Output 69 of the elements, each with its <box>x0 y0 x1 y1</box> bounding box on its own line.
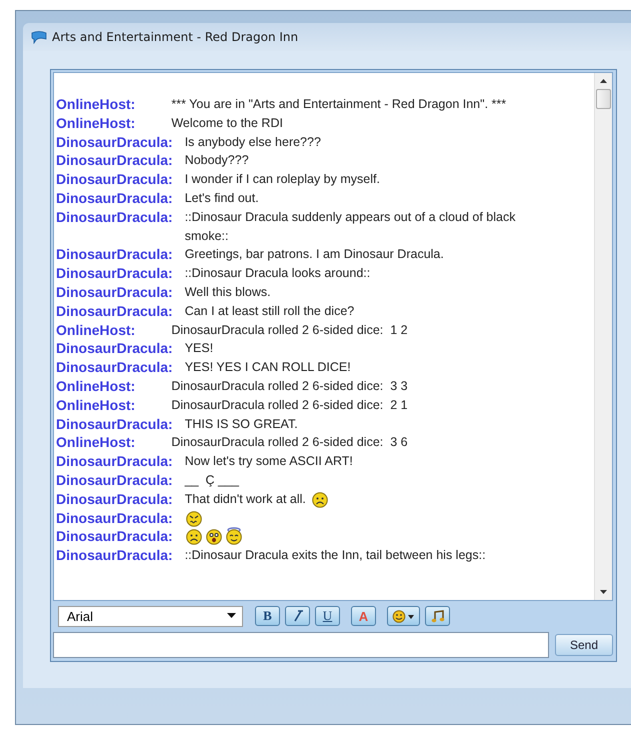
message-text: Now let's try some ASCII ART! <box>184 453 353 470</box>
sender-name: DinosaurDracula: <box>56 282 173 302</box>
bold-button[interactable]: B <box>255 606 280 626</box>
sender-name: OnlineHost: <box>56 396 136 415</box>
sender-name: OnlineHost: <box>56 433 136 452</box>
message-text: Greetings, bar patrons. I am Dinosaur Dracula. <box>184 246 444 264</box>
sender-name: DinosaurDracula: <box>56 245 173 264</box>
shocked-face-icon <box>204 527 223 546</box>
sick-face-icon <box>184 508 203 527</box>
message-text: ::Dinosaur Dracula looks around:: <box>184 265 370 282</box>
angel-face-icon <box>224 527 243 546</box>
sender-name: DinosaurDracula: <box>56 132 173 152</box>
sender-name: DinosaurDracula: <box>56 470 173 490</box>
sender-name: DinosaurDracula: <box>56 452 173 471</box>
message-text: ::Dinosaur Dracula suddenly appears out of a cloud of black smoke:: <box>184 208 516 245</box>
message-text: Is anybody else here??? <box>184 134 321 151</box>
sad-face-icon <box>184 527 203 546</box>
underline-button[interactable]: U <box>315 606 340 626</box>
message-text: DinosaurDracula rolled 2 6-sided dice: 3 3 <box>171 378 408 395</box>
message-text: YES! <box>184 340 214 358</box>
sender-name: OnlineHost: <box>56 114 136 133</box>
sender-name: DinosaurDracula: <box>56 339 173 358</box>
music-note-icon <box>430 610 444 622</box>
send-button[interactable]: Send <box>555 634 613 656</box>
caret-icon <box>227 613 236 619</box>
message-text: Well this blows. <box>184 284 271 301</box>
font-dropdown[interactable]: Arial <box>58 606 243 626</box>
italic-icon <box>292 610 304 622</box>
message-text: Nobody??? <box>184 152 249 170</box>
message-text: DinosaurDracula rolled 2 6-sided dice: 3 6 <box>171 434 408 452</box>
message-text: ::Dinosaur Dracula exits the Inn, tail between his legs:: <box>184 547 486 564</box>
message-text: *** You are in "Arts and Entertainment - Red Dragon Inn". *** <box>171 96 506 113</box>
message-text: DinosaurDracula rolled 2 6-sided dice: 2 1 <box>171 396 408 414</box>
sender-name: DinosaurDracula: <box>56 151 173 170</box>
sender-name: DinosaurDracula: <box>56 208 173 227</box>
sender-name: DinosaurDracula: <box>56 508 173 528</box>
sender-name: DinosaurDracula: <box>56 490 173 509</box>
sender-name: DinosaurDracula: <box>56 546 173 565</box>
sender-name: DinosaurDracula: <box>56 527 173 546</box>
message-text: DinosaurDracula rolled 2 6-sided dice: 1 2 <box>171 322 408 339</box>
sender-name: OnlineHost: <box>56 320 136 340</box>
sender-name: DinosaurDracula: <box>56 358 173 377</box>
message-text: I wonder if I can roleplay by myself. <box>184 171 380 188</box>
sender-name: DinosaurDracula: <box>56 264 173 283</box>
message-text: That didn't work at all. <box>184 490 306 508</box>
sender-name: DinosaurDracula: <box>56 414 173 434</box>
scrollbar[interactable] <box>594 73 612 600</box>
emoticon-button[interactable] <box>387 606 420 626</box>
window-title: Arts and Entertainment - Red Dragon Inn <box>52 30 298 44</box>
sender-name: DinosaurDracula: <box>56 188 173 208</box>
scroll-down-icon[interactable] <box>600 590 607 594</box>
chat-bubble-icon <box>31 30 47 44</box>
message-input[interactable] <box>53 632 549 658</box>
sender-name: DinosaurDracula: <box>56 170 173 189</box>
music-note-button[interactable] <box>425 606 450 626</box>
message-text: Let's find out. <box>184 190 259 207</box>
scroll-thumb[interactable] <box>596 89 611 109</box>
message-text: Welcome to the RDI <box>171 114 283 132</box>
sad-face-icon <box>310 490 329 508</box>
sender-name: OnlineHost: <box>56 95 136 114</box>
sender-name: OnlineHost: <box>56 376 136 396</box>
message-text: THIS IS SO GREAT. <box>184 416 298 433</box>
sender-name: DinosaurDracula: <box>56 302 173 321</box>
message-text: __ Ç ___ <box>184 472 239 489</box>
scroll-up-icon[interactable] <box>600 79 607 83</box>
italic-button[interactable] <box>285 606 310 626</box>
smiley-icon <box>392 610 416 622</box>
message-text: YES! YES I CAN ROLL DICE! <box>184 359 351 376</box>
message-text: Can I at least still roll the dice? <box>184 302 354 320</box>
